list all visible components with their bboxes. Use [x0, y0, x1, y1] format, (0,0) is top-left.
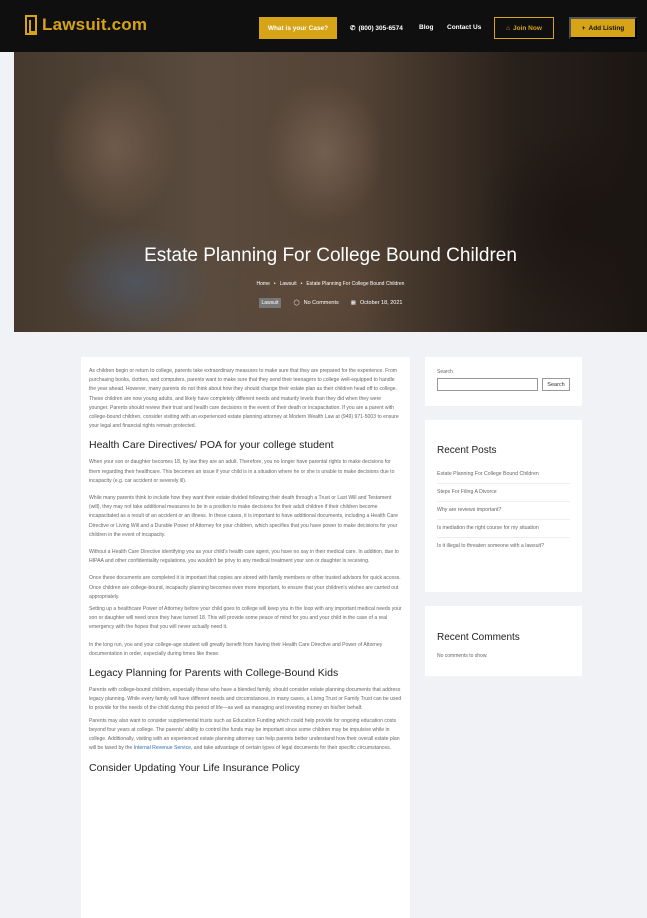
article-intro: As children begin or return to college, … — [89, 368, 399, 430]
phone-number: (800) 305-6574 — [358, 24, 403, 32]
site-logo[interactable]: Lawsuit.com — [25, 15, 147, 35]
phone-link[interactable]: ✆ (800) 305-6574 — [350, 24, 403, 33]
post-meta: Lawsuit ◯ No Comments ▦ October 18, 2021 — [14, 298, 647, 308]
article-body: As children begin or return to college, … — [81, 357, 410, 918]
recent-post-link[interactable]: Why are reviews important? — [437, 502, 570, 520]
breadcrumb-separator: • — [273, 281, 276, 287]
recent-post-link[interactable]: Steps For Filing A Divorce — [437, 484, 570, 502]
breadcrumb-lawsuit[interactable]: Lawsuit — [280, 281, 297, 287]
recent-posts-title: Recent Posts — [437, 445, 497, 456]
no-comments-text: No comments to show. — [437, 653, 488, 659]
top-navigation-bar: Lawsuit.com What is your Case? ✆ (800) 3… — [0, 0, 647, 52]
join-now-button[interactable]: ⌂ Join Now — [494, 17, 554, 39]
comments-meta[interactable]: ◯ No Comments — [293, 300, 338, 306]
paragraph-text: , and take advantage of certain types of… — [190, 745, 392, 752]
nav-blog-link[interactable]: Blog — [419, 24, 433, 31]
search-label: Search — [437, 369, 453, 375]
breadcrumb-home[interactable]: Home — [257, 281, 270, 287]
category-tag[interactable]: Lawsuit — [258, 298, 282, 308]
search-widget: Search Search — [425, 357, 582, 406]
section-heading-life-insurance: Consider Updating Your Life Insurance Po… — [89, 761, 300, 774]
date-meta: ▦ October 18, 2021 — [351, 300, 403, 306]
join-now-label: Join Now — [513, 24, 542, 32]
breadcrumb-current: Estate Planning For College Bound Childr… — [306, 281, 405, 287]
irs-link[interactable]: Internal Revenue Service — [134, 745, 191, 751]
breadcrumb: Home • Lawsuit • Estate Planning For College… — [14, 281, 647, 287]
nav-contact-link[interactable]: Contact Us — [447, 24, 481, 31]
recent-posts-widget: Recent Posts Estate Planning For College… — [425, 420, 582, 592]
recent-post-link[interactable]: Estate Planning For College Bound Childr… — [437, 466, 570, 484]
article-paragraph: Parents with college-bound children, esp… — [89, 687, 402, 712]
article-paragraph: Parents may also want to consider supple… — [89, 717, 402, 754]
lock-icon: ⌂ — [506, 24, 511, 32]
logo-text: Lawsuit.com — [42, 15, 148, 34]
calendar-icon: ▦ — [350, 300, 356, 306]
article-paragraph: In the long run, you and your college-ag… — [89, 641, 383, 657]
search-input[interactable] — [437, 378, 538, 391]
what-is-your-case-button[interactable]: What is your Case? — [259, 17, 337, 39]
add-listing-button[interactable]: + Add Listing — [569, 17, 637, 39]
breadcrumb-separator: • — [300, 281, 303, 287]
search-button[interactable]: Search — [542, 378, 570, 391]
article-paragraph: When your son or daughter becomes 18, by… — [89, 459, 395, 484]
post-date: October 18, 2021 — [359, 300, 403, 306]
page-title: Estate Planning For College Bound Childr… — [144, 245, 517, 266]
article-paragraph: Without a Health Care Directive identify… — [89, 549, 399, 565]
recent-post-link[interactable]: Is mediation the right course for my sit… — [437, 520, 570, 538]
comment-icon: ◯ — [293, 300, 300, 306]
recent-comments-widget: Recent Comments No comments to show. — [425, 606, 582, 676]
add-listing-label: Add Listing — [588, 24, 625, 32]
article-paragraph: Once these documents are completed it is… — [89, 575, 401, 600]
phone-icon: ✆ — [350, 25, 356, 32]
section-heading-health-care: Health Care Directives/ POA for your col… — [89, 439, 334, 452]
recent-comments-title: Recent Comments — [437, 632, 520, 643]
plus-icon: + — [581, 24, 586, 32]
hero-banner: Estate Planning For College Bound Childr… — [14, 52, 647, 332]
recent-post-link[interactable]: Is it illegal to threaten someone with a… — [437, 538, 570, 555]
section-heading-legacy-planning: Legacy Planning for Parents with College… — [89, 667, 339, 680]
article-paragraph: Setting up a healthcare Power of Attorne… — [89, 606, 402, 631]
logo-icon — [25, 15, 37, 35]
article-paragraph: While many parents think to include how … — [89, 495, 398, 538]
comments-count: No Comments — [303, 300, 339, 306]
